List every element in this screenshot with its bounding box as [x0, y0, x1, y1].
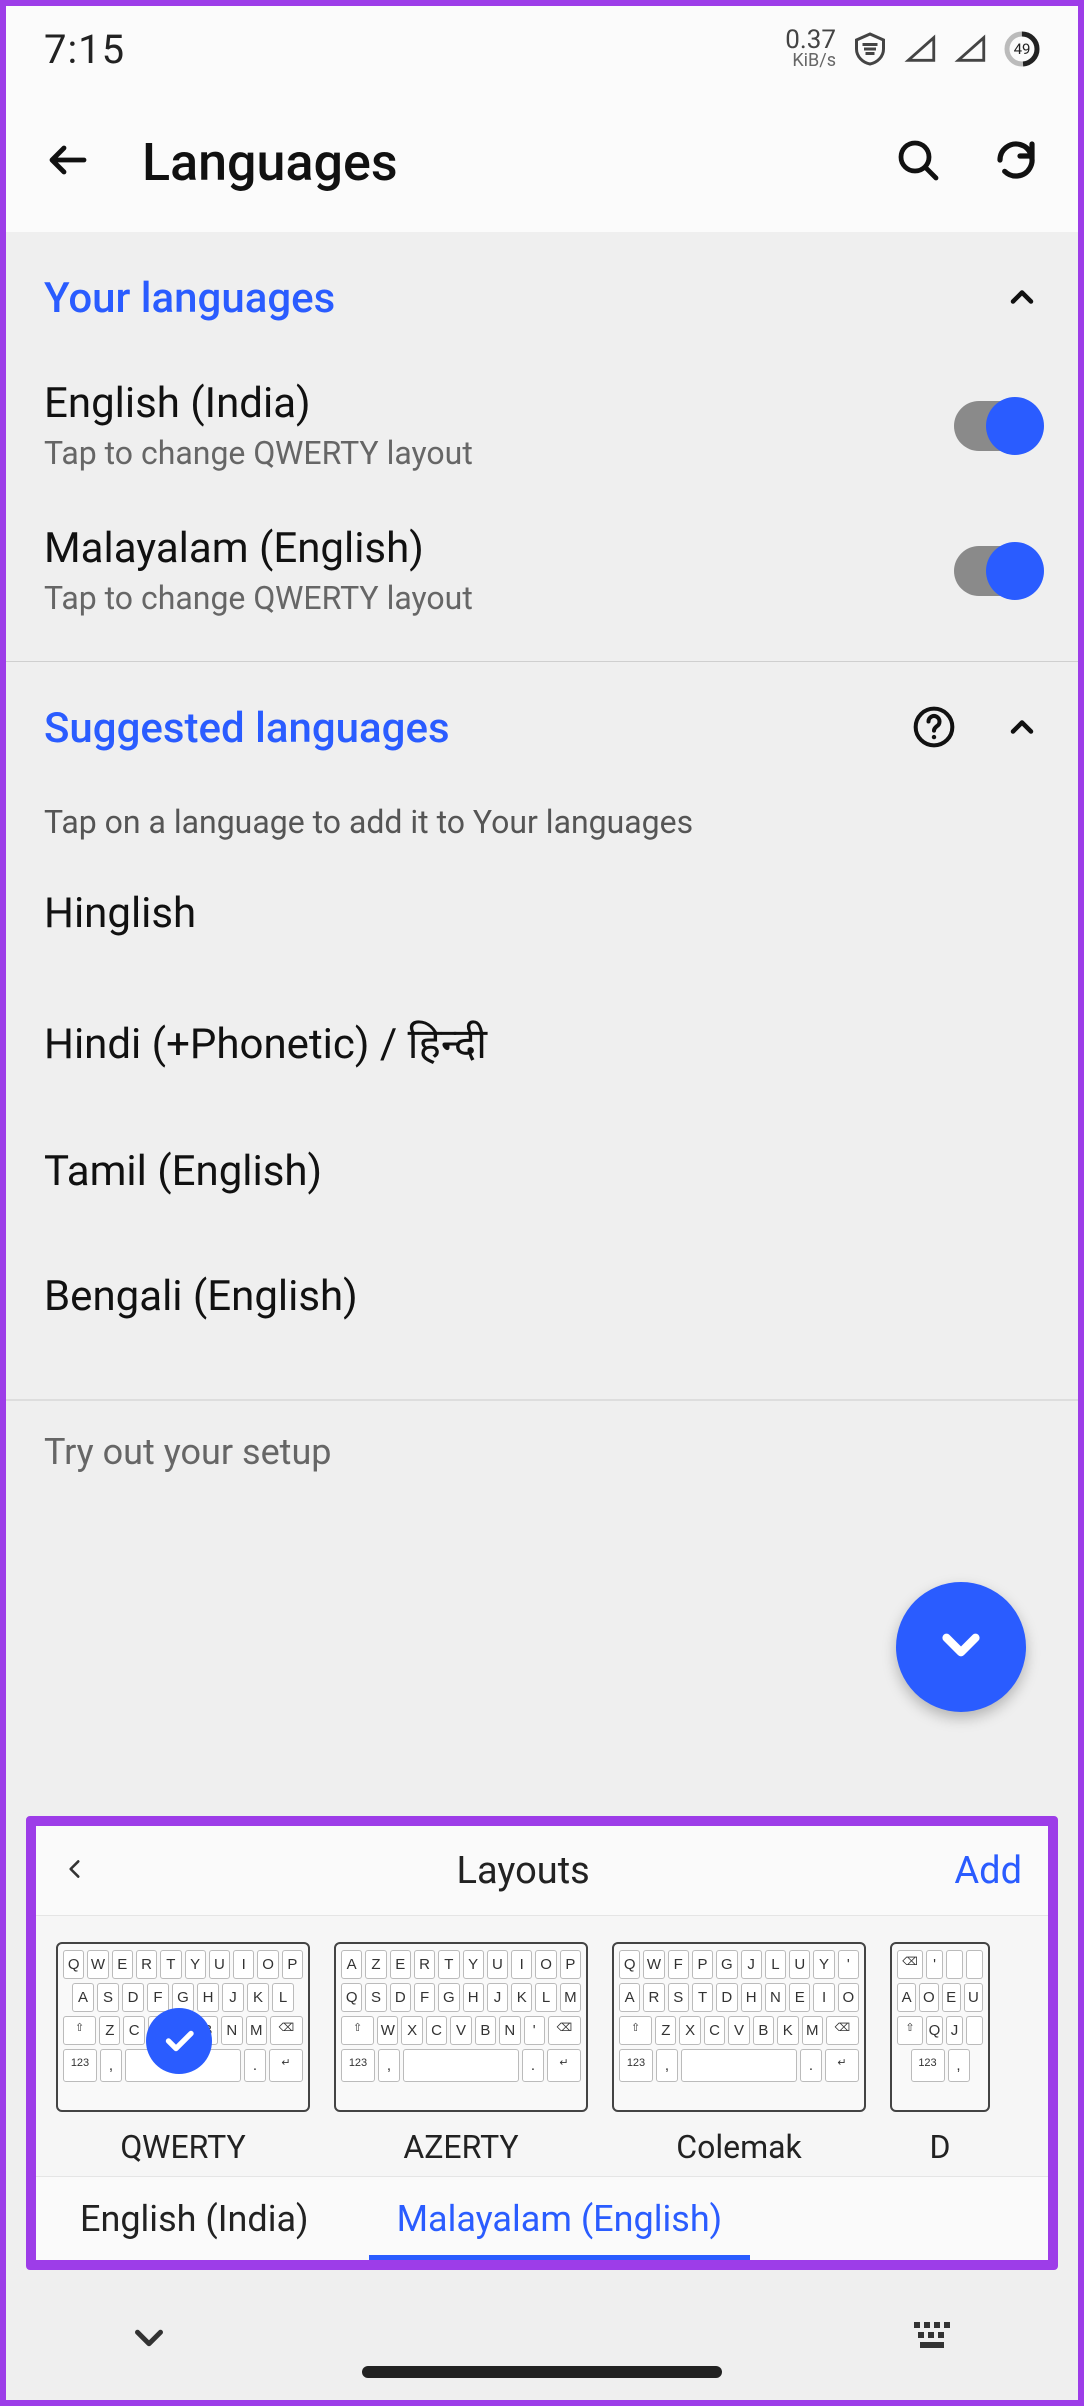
- search-icon[interactable]: [894, 136, 942, 188]
- tryout-label: Try out your setup: [6, 1399, 1078, 1493]
- language-name: English (India): [44, 379, 473, 428]
- signal-icon-1: [904, 32, 938, 66]
- layout-label: AZERTY: [403, 2128, 518, 2166]
- layout-label: QWERTY: [120, 2128, 245, 2166]
- section-your-languages-header[interactable]: Your languages: [6, 232, 1078, 353]
- layouts-row[interactable]: QWERTYUIOPASDFGHJKL⇧ZCXVBNM⌫123,.↵QWERTY…: [36, 1916, 1048, 2176]
- vpn-shield-icon: [852, 31, 888, 67]
- overlay-tab-english-india[interactable]: English (India): [36, 2177, 353, 2260]
- app-bar: Languages: [6, 92, 1078, 232]
- signal-icon-2: [954, 32, 988, 66]
- layout-card-qwerty[interactable]: QWERTYUIOPASDFGHJKL⇧ZCXVBNM⌫123,.↵ QWERTY: [56, 1942, 310, 2166]
- keyboard-preview: QWERTYUIOPASDFGHJKL⇧ZCXVBNM⌫123,.↵: [56, 1942, 310, 2112]
- battery-ring-icon: 49: [1004, 31, 1040, 67]
- gesture-pill[interactable]: [362, 2366, 722, 2378]
- language-row-malayalam-english[interactable]: Malayalam (English) Tap to change QWERTY…: [6, 498, 1078, 643]
- section-title-suggested: Suggested languages: [44, 704, 912, 753]
- system-nav-bar: [6, 2280, 1078, 2400]
- status-bar: 7:15 0.37 KiB/s 49: [6, 6, 1078, 92]
- expand-fab-button[interactable]: [896, 1582, 1026, 1712]
- layout-card-colemak[interactable]: QWFPGJLUY'ARSTDHNEIO⇧ZXCVBKM⌫123,.↵ Colem…: [612, 1942, 866, 2166]
- refresh-icon[interactable]: [992, 136, 1040, 188]
- overlay-title: Layouts: [92, 1849, 954, 1893]
- language-subtitle: Tap to change QWERTY layout: [44, 579, 473, 617]
- keyboard-switcher-icon[interactable]: [910, 2318, 958, 2362]
- back-icon[interactable]: [44, 136, 92, 188]
- check-icon: [146, 2008, 212, 2074]
- layouts-overlay-panel: Layouts Add QWERTYUIOPASDFGHJKL⇧ZCXVBNM⌫…: [26, 1816, 1058, 2270]
- suggested-item-tamil[interactable]: Tamil (English): [6, 1109, 1078, 1234]
- section-title-your-languages: Your languages: [44, 274, 1004, 323]
- section-suggested-header[interactable]: Suggested languages: [6, 662, 1078, 783]
- help-icon[interactable]: [912, 705, 956, 753]
- layout-card-d[interactable]: ⌫'AOEU⇧QJ123, D: [890, 1942, 990, 2166]
- suggested-item-hindi[interactable]: Hindi (+Phonetic) / हिन्दी: [6, 976, 1078, 1109]
- language-name: Malayalam (English): [44, 524, 473, 573]
- chevron-up-icon: [1004, 279, 1040, 319]
- chevron-up-icon: [1004, 709, 1040, 749]
- overlay-add-button[interactable]: Add: [954, 1849, 1022, 1893]
- page-title: Languages: [142, 132, 844, 193]
- layout-card-azerty[interactable]: AZERTYUIOPQSDFGHJKLM⇧WXCVBN'⌫123,.↵ AZERT…: [334, 1942, 588, 2166]
- status-netrate: 0.37 KiB/s: [785, 29, 836, 69]
- overlay-tab-malayalam-english[interactable]: Malayalam (English): [353, 2177, 767, 2260]
- overlay-back-icon[interactable]: [62, 1856, 92, 1886]
- language-row-english-india[interactable]: English (India) Tap to change QWERTY lay…: [6, 353, 1078, 498]
- keyboard-preview: ⌫'AOEU⇧QJ123,: [890, 1942, 990, 2112]
- keyboard-preview: QWFPGJLUY'ARSTDHNEIO⇧ZXCVBKM⌫123,.↵: [612, 1942, 866, 2112]
- language-subtitle: Tap to change QWERTY layout: [44, 434, 473, 472]
- layout-label: D: [930, 2128, 951, 2166]
- nav-chevron-down-icon[interactable]: [126, 2315, 172, 2365]
- suggested-item-bengali[interactable]: Bengali (English): [6, 1234, 1078, 1359]
- toggle-english-india[interactable]: [954, 401, 1040, 451]
- toggle-malayalam-english[interactable]: [954, 546, 1040, 596]
- suggested-hint: Tap on a language to add it to Your lang…: [6, 783, 1078, 851]
- status-clock: 7:15: [44, 26, 125, 73]
- keyboard-preview: AZERTYUIOPQSDFGHJKLM⇧WXCVBN'⌫123,.↵: [334, 1942, 588, 2112]
- chevron-down-icon: [932, 1616, 990, 1678]
- overlay-tabs: English (India) Malayalam (English): [36, 2176, 1048, 2260]
- layout-label: Colemak: [676, 2128, 802, 2166]
- suggested-item-hinglish[interactable]: Hinglish: [6, 851, 1078, 976]
